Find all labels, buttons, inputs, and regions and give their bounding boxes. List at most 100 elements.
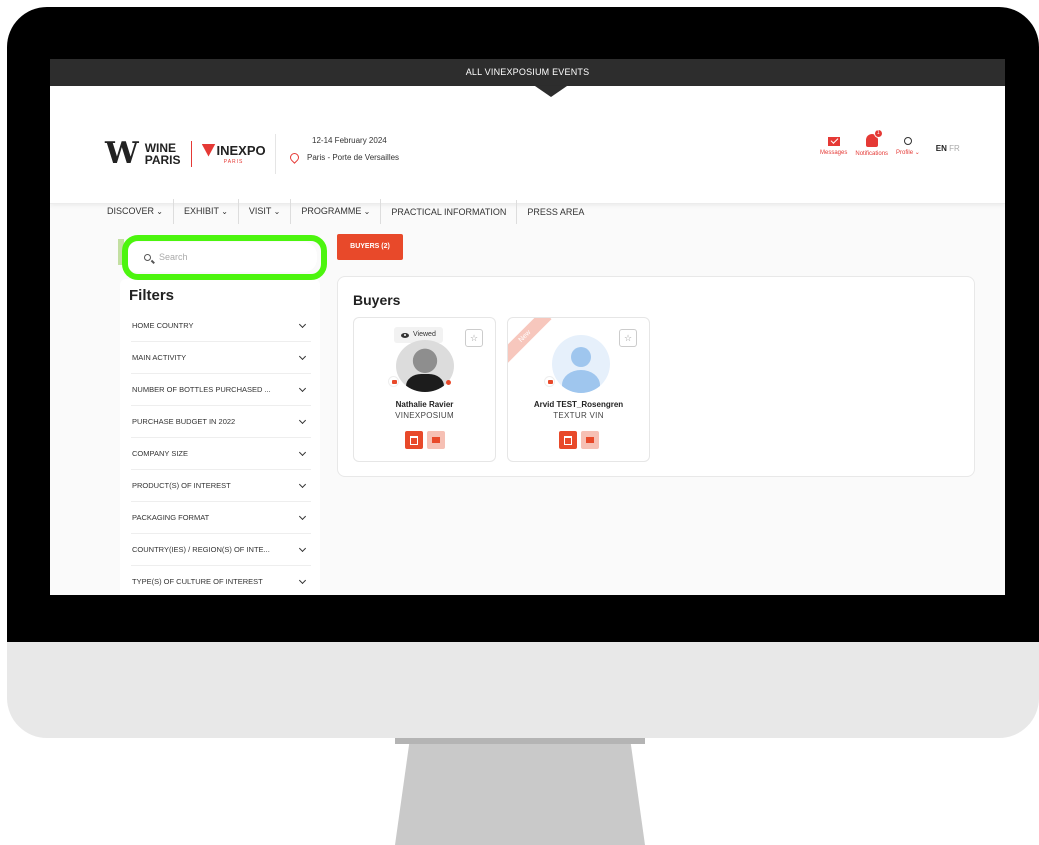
logo-paris-text: PARIS xyxy=(144,152,181,167)
filter-products-of-interest[interactable]: PRODUCT(S) OF INTEREST xyxy=(131,470,311,502)
header-divider xyxy=(275,134,276,174)
chevron-down-icon xyxy=(298,448,307,456)
chevron-down-icon xyxy=(298,352,307,360)
nav-practical-information[interactable]: PRACTICAL INFORMATION xyxy=(381,199,518,224)
logo-wine-text: WINE xyxy=(144,140,177,155)
send-message-button[interactable] xyxy=(580,431,599,449)
shop-icon xyxy=(388,376,399,387)
favorite-star-button[interactable]: ☆ xyxy=(465,329,483,347)
main-nav: DISCOVER EXHIBIT VISIT PROGRAMME PRACTIC… xyxy=(107,199,594,224)
shop-icon xyxy=(544,376,555,387)
notifications-label: Notifications xyxy=(855,151,889,157)
chevron-down-icon xyxy=(298,320,307,328)
search-highlight-annotation xyxy=(122,235,327,280)
event-place: Paris - Porte de Versailles xyxy=(288,151,400,164)
lang-fr[interactable]: FR xyxy=(949,144,960,153)
filter-purchase-budget[interactable]: PURCHASE BUDGET IN 2022 xyxy=(131,406,311,438)
filter-countries-regions[interactable]: COUNTRY(IES) / REGION(S) OF INTE... xyxy=(131,534,311,566)
filter-company-size[interactable]: COMPANY SIZE xyxy=(131,438,311,470)
profile-menu-button[interactable]: Profile xyxy=(896,134,920,156)
filter-label: COUNTRY(IES) / REGION(S) OF INTE... xyxy=(132,545,270,554)
profile-label: Profile xyxy=(896,149,920,156)
filter-label: HOME COUNTRY xyxy=(132,321,194,330)
nav-exhibit[interactable]: EXHIBIT xyxy=(174,199,239,224)
schedule-meeting-button[interactable] xyxy=(558,431,577,449)
monitor-stand xyxy=(395,738,645,845)
profile-icon xyxy=(903,137,912,145)
buyer-actions xyxy=(354,431,495,449)
buyer-actions xyxy=(508,431,649,449)
buyer-card[interactable]: Viewed ☆ Nathalie Ravier VINEXPOSIUM xyxy=(353,317,496,462)
event-place-text: Paris - Porte de Versailles xyxy=(307,153,400,162)
language-switcher: EN FR xyxy=(936,144,960,153)
chevron-down-icon xyxy=(298,576,307,584)
schedule-meeting-button[interactable] xyxy=(404,431,423,449)
screen: ALL VINEXPOSIUM EVENTS W WINE PARIS INEX… xyxy=(50,59,1005,595)
all-events-label: ALL VINEXPOSIUM EVENTS xyxy=(465,67,590,77)
monitor-stand-shadow xyxy=(395,738,645,744)
messages-label: Messages xyxy=(820,150,848,156)
nav-discover[interactable]: DISCOVER xyxy=(107,199,174,224)
status-dot-icon xyxy=(446,380,451,385)
buyer-card[interactable]: New ☆ Arvid TEST_Rosengren TEXTUR VIN xyxy=(507,317,650,462)
event-date: 12-14 February 2024 xyxy=(312,136,387,145)
default-avatar-icon xyxy=(552,335,610,393)
filters-list: HOME COUNTRY MAIN ACTIVITY NUMBER OF BOT… xyxy=(131,310,311,595)
buyer-photo xyxy=(396,340,454,392)
messages-button[interactable]: Messages xyxy=(820,134,847,156)
tab-buyers[interactable]: BUYERS (2) xyxy=(337,234,403,260)
buyer-name: Arvid TEST_Rosengren xyxy=(533,400,624,409)
buyer-name: Nathalie Ravier xyxy=(395,400,454,409)
chevron-down-icon xyxy=(298,512,307,520)
nav-programme[interactable]: PROGRAMME xyxy=(291,199,382,224)
new-ribbon: New xyxy=(508,318,552,364)
lang-en[interactable]: EN xyxy=(936,144,947,153)
chevron-down-icon xyxy=(298,544,307,552)
filter-label: NUMBER OF BOTTLES PURCHASED ... xyxy=(132,385,271,394)
send-message-button[interactable] xyxy=(426,431,445,449)
avatar-head xyxy=(571,347,591,367)
bell-icon: 1 xyxy=(865,129,883,147)
buyer-company: VINEXPOSIUM xyxy=(395,411,454,420)
favorite-star-button[interactable]: ☆ xyxy=(619,329,637,347)
monitor-chin xyxy=(7,642,1039,738)
buyers-panel: Buyers Viewed ☆ Nathalie Ravier VINEXPOS… xyxy=(337,276,975,477)
filter-label: PRODUCT(S) OF INTEREST xyxy=(132,481,231,490)
nav-visit[interactable]: VISIT xyxy=(239,199,292,224)
vinexpo-v-icon xyxy=(201,143,216,157)
site-header: W WINE PARIS INEXPO PARIS 12-14 February… xyxy=(50,86,1005,224)
buyer-company: TEXTUR VIN xyxy=(553,411,604,420)
mail-icon xyxy=(827,137,840,146)
avatar-body xyxy=(562,370,600,393)
filters-title: Filters xyxy=(129,287,175,304)
filter-label: COMPANY SIZE xyxy=(132,449,188,458)
wine-paris-wordmark: WINE PARIS xyxy=(145,142,181,166)
vinexpo-logo: INEXPO PARIS xyxy=(201,142,266,165)
filter-label: MAIN ACTIVITY xyxy=(132,353,187,362)
chevron-down-icon xyxy=(298,416,307,424)
filter-packaging-format[interactable]: PACKAGING FORMAT xyxy=(131,502,311,534)
all-events-bar[interactable]: ALL VINEXPOSIUM EVENTS xyxy=(50,59,1005,97)
vinexpo-sub-text: PARIS xyxy=(223,158,244,165)
site-logo[interactable]: W WINE PARIS INEXPO PARIS xyxy=(105,136,266,171)
notification-count-badge: 1 xyxy=(873,129,883,138)
location-pin-icon xyxy=(288,151,301,164)
logo-separator xyxy=(190,140,192,167)
chevron-down-icon xyxy=(298,384,307,392)
filter-types-of-culture[interactable]: TYPE(S) OF CULTURE OF INTEREST xyxy=(131,566,311,595)
events-dropdown-notch[interactable] xyxy=(535,86,567,97)
nav-press-area[interactable]: PRESS AREA xyxy=(517,200,594,224)
chevron-down-icon xyxy=(298,480,307,488)
filter-main-activity[interactable]: MAIN ACTIVITY xyxy=(131,342,311,374)
filter-label: PURCHASE BUDGET IN 2022 xyxy=(132,417,236,426)
notifications-button[interactable]: 1 Notifications xyxy=(855,129,889,157)
filter-label: PACKAGING FORMAT xyxy=(132,513,210,522)
buyers-title: Buyers xyxy=(353,292,401,308)
wine-paris-w-logo: W xyxy=(105,136,139,171)
header-actions: Messages 1 Notifications Profile EN FR xyxy=(820,129,960,157)
filter-home-country[interactable]: HOME COUNTRY xyxy=(131,310,311,342)
filter-label: TYPE(S) OF CULTURE OF INTEREST xyxy=(132,577,263,586)
vinexpo-text: INEXPO xyxy=(216,142,266,158)
filter-number-of-bottles[interactable]: NUMBER OF BOTTLES PURCHASED ... xyxy=(131,374,311,406)
eye-icon xyxy=(401,332,409,338)
